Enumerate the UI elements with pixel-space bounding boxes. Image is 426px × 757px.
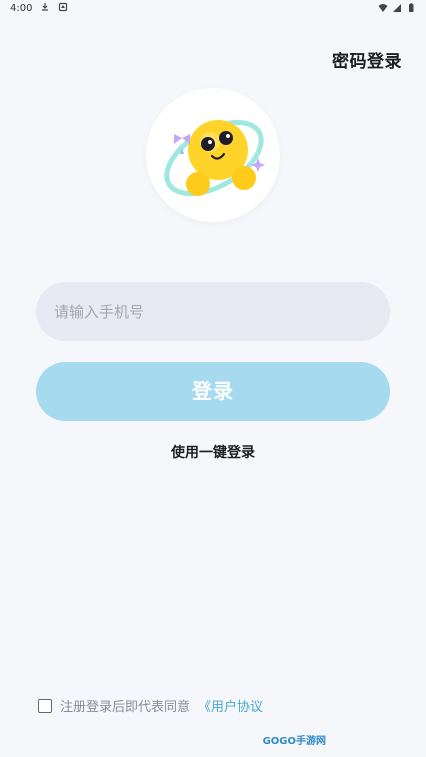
status-time: 4:00 <box>10 3 33 14</box>
notification-icon <box>58 2 68 12</box>
phone-number-input[interactable] <box>54 282 364 341</box>
password-login-link[interactable]: 密码登录 <box>332 47 402 72</box>
battery-icon <box>409 3 414 12</box>
signal-icon <box>393 4 401 12</box>
mascot-icon <box>164 119 265 197</box>
watermark-text: GOGO手游网 <box>262 736 326 747</box>
watermark-logo: GOGO手游网 <box>263 732 326 747</box>
phone-input-wrapper <box>36 282 390 341</box>
agreement-row: 注册登录后即代表同意 《用户协议 <box>38 696 263 715</box>
status-bar: 4:00 <box>0 0 426 18</box>
wifi-icon <box>378 4 388 12</box>
one-click-login-link[interactable]: 使用一键登录 <box>0 442 426 462</box>
status-right-icons <box>378 3 416 13</box>
agreement-text: 注册登录后即代表同意 <box>60 700 191 715</box>
avatar <box>146 88 280 222</box>
download-icon <box>42 3 48 11</box>
agreement-checkbox[interactable] <box>38 698 52 713</box>
user-agreement-link[interactable]: 《用户协议 <box>198 696 263 715</box>
login-button[interactable]: 登录 <box>36 362 390 421</box>
status-left-icons <box>40 2 68 12</box>
